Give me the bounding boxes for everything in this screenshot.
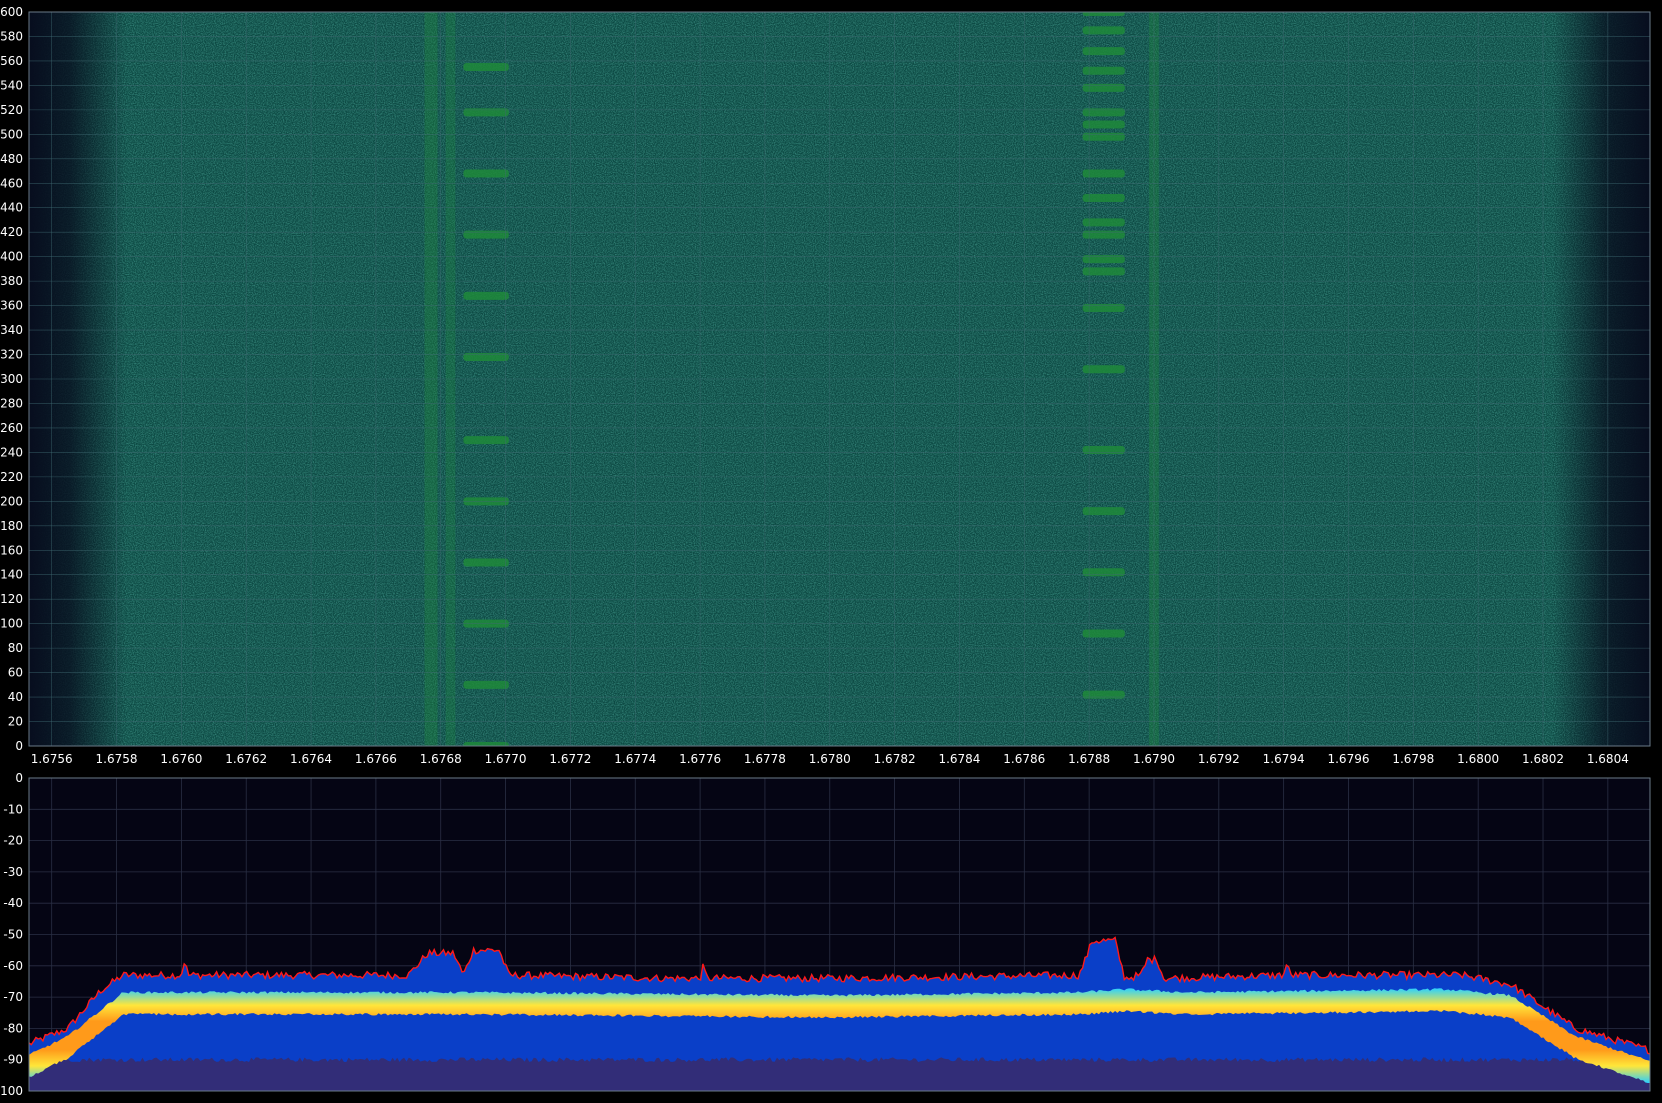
waterfall-y-tick-label: 400 xyxy=(0,250,23,264)
spectrum-y-tick-label: -90 xyxy=(3,1053,23,1067)
waterfall-y-tick-label: 140 xyxy=(0,568,23,582)
waterfall-y-tick-label: 0 xyxy=(15,739,23,753)
x-tick-label: 1.6782 xyxy=(874,752,916,766)
x-tick-label: 1.6794 xyxy=(1263,752,1305,766)
waterfall-y-tick-label: 580 xyxy=(0,29,23,43)
waterfall-y-tick-label: 380 xyxy=(0,274,23,288)
waterfall-y-tick-label: 40 xyxy=(8,690,23,704)
x-tick-label: 1.6758 xyxy=(96,752,138,766)
waterfall-y-tick-label: 280 xyxy=(0,396,23,410)
waterfall-y-tick-label: 220 xyxy=(0,470,23,484)
waterfall-y-tick-label: 480 xyxy=(0,152,23,166)
x-tick-label: 1.6756 xyxy=(31,752,73,766)
waterfall-y-tick-label: 260 xyxy=(0,421,23,435)
x-tick-label: 1.6790 xyxy=(1133,752,1175,766)
spectrum-y-tick-label: -80 xyxy=(3,1021,23,1035)
waterfall-y-tick-label: 20 xyxy=(8,715,23,729)
x-tick-label: 1.6768 xyxy=(420,752,462,766)
spectrum-panel: 0 -10 -20 -30 -40 -50 -60 -70 -80 -90 -100 xyxy=(0,771,1651,1098)
x-tick-label: 1.6796 xyxy=(1327,752,1369,766)
spectrum-y-tick-label: -50 xyxy=(3,928,23,942)
x-tick-label: 1.6800 xyxy=(1457,752,1499,766)
x-tick-label: 1.6792 xyxy=(1198,752,1240,766)
waterfall-y-tick-label: 320 xyxy=(0,348,23,362)
waterfall-y-tick-label: 200 xyxy=(0,494,23,508)
x-tick-label: 1.6778 xyxy=(744,752,786,766)
waterfall-y-tick-label: 500 xyxy=(0,127,23,141)
waterfall-y-tick-label: 80 xyxy=(8,641,23,655)
waterfall-y-tick-label: 520 xyxy=(0,103,23,117)
x-tick-label: 1.6760 xyxy=(160,752,202,766)
x-tick-label: 1.6780 xyxy=(809,752,851,766)
waterfall-y-tick-label: 360 xyxy=(0,299,23,313)
waterfall-y-tick-label: 420 xyxy=(0,225,23,239)
x-tick-label: 1.6784 xyxy=(938,752,980,766)
waterfall-y-tick-label: 300 xyxy=(0,372,23,386)
waterfall-y-tick-label: 460 xyxy=(0,176,23,190)
spectrum-y-tick-label: -70 xyxy=(3,990,23,1004)
waterfall-y-tick-label: 560 xyxy=(0,54,23,68)
x-tick-label: 1.6772 xyxy=(549,752,591,766)
waterfall-panel: 0 20 40 60 80 100 120 140 160 180 200 220 240 260 280 3… xyxy=(0,5,1651,766)
spectrum-y-axis: 0 -10 -20 -30 -40 -50 -60 -70 -80 -90 -100 xyxy=(0,771,23,1098)
waterfall-y-tick-label: 160 xyxy=(0,543,23,557)
waterfall-y-axis: 0 20 40 60 80 100 120 140 160 180 200 220 240 260 280 3… xyxy=(0,5,23,753)
x-tick-label: 1.6762 xyxy=(225,752,267,766)
waterfall-y-tick-label: 600 xyxy=(0,5,23,19)
waterfall-y-tick-label: 100 xyxy=(0,617,23,631)
spectrum-y-tick-label: 0 xyxy=(15,771,23,785)
x-tick-label: 1.6774 xyxy=(614,752,656,766)
x-tick-label: 1.6776 xyxy=(679,752,721,766)
waterfall-x-axis: 1.6756 1.6758 1.6760 1.6762 1.6764 1.6766 1.67… xyxy=(31,752,1629,766)
waterfall-y-tick-label: 340 xyxy=(0,323,23,337)
waterfall-y-tick-label: 240 xyxy=(0,445,23,459)
waterfall-y-tick-label: 540 xyxy=(0,78,23,92)
spectrum-y-tick-label: -20 xyxy=(3,834,23,848)
spectrum-floor-area xyxy=(29,1057,1650,1091)
x-tick-label: 1.6788 xyxy=(1068,752,1110,766)
x-tick-label: 1.6804 xyxy=(1587,752,1629,766)
spectrum-y-tick-label: -10 xyxy=(3,802,23,816)
spectrum-y-tick-label: -30 xyxy=(3,865,23,879)
waterfall-y-tick-label: 440 xyxy=(0,201,23,215)
x-tick-label: 1.6764 xyxy=(290,752,332,766)
x-tick-label: 1.6786 xyxy=(1003,752,1045,766)
spectrum-display: 0 20 40 60 80 100 120 140 160 180 200 220 240 260 280 3… xyxy=(0,5,1651,1098)
spectrum-y-tick-label: -60 xyxy=(3,959,23,973)
waterfall-y-tick-label: 120 xyxy=(0,592,23,606)
spectrum-y-tick-label: -40 xyxy=(3,896,23,910)
x-tick-label: 1.6766 xyxy=(355,752,397,766)
waterfall-y-tick-label: 60 xyxy=(8,666,23,680)
x-tick-label: 1.6802 xyxy=(1522,752,1564,766)
x-tick-label: 1.6770 xyxy=(485,752,527,766)
spectrum-y-tick-label: -100 xyxy=(0,1084,23,1098)
waterfall-y-tick-label: 180 xyxy=(0,519,23,533)
x-tick-label: 1.6798 xyxy=(1392,752,1434,766)
